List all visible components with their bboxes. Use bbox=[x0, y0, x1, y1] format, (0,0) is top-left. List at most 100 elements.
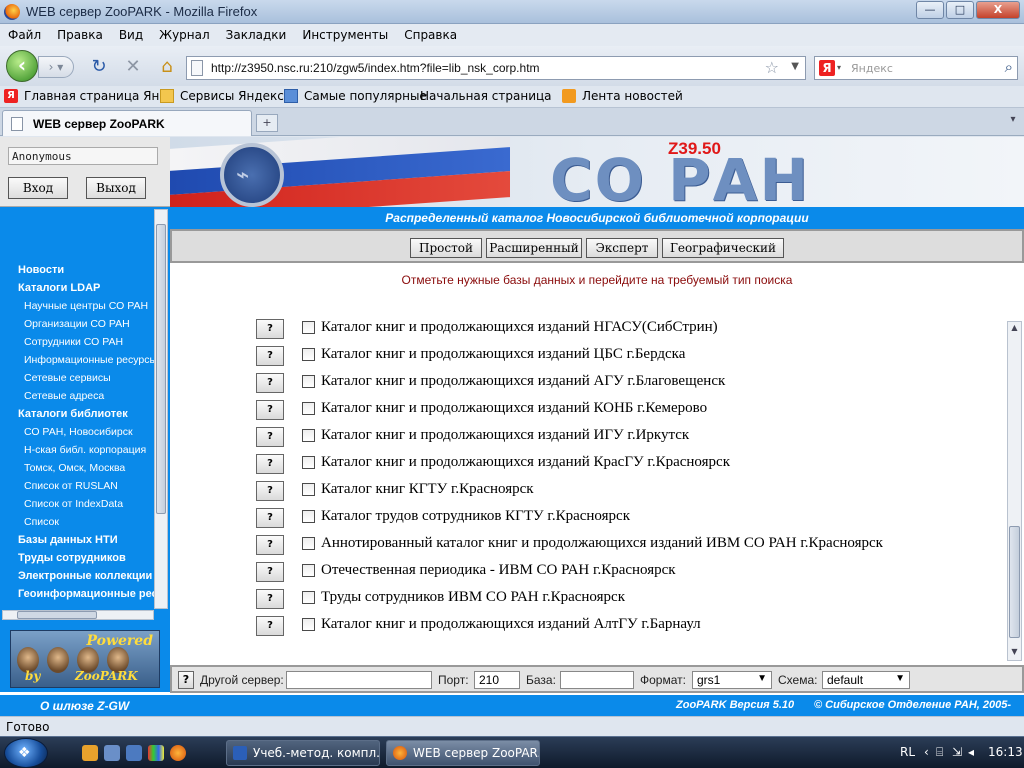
bookmark-yandex-home[interactable]: Я Главная страница Ян... bbox=[4, 89, 171, 103]
menu-bookmarks[interactable]: Закладки bbox=[218, 24, 295, 42]
safe-remove-icon[interactable]: ⇲ bbox=[952, 745, 962, 759]
switch-windows-icon[interactable] bbox=[126, 745, 142, 761]
network-icon[interactable]: ⌸ bbox=[936, 745, 943, 760]
login-button[interactable]: Вход bbox=[8, 177, 68, 199]
logout-button[interactable]: Выход bbox=[86, 177, 146, 199]
sidebar-item[interactable]: Труды сотрудников bbox=[18, 552, 126, 564]
url-text[interactable]: http://z3950.nsc.ru:210/zgw5/index.htm?f… bbox=[211, 61, 540, 75]
schema-select[interactable]: default ▼ bbox=[822, 671, 910, 689]
back-button[interactable]: ‹ bbox=[6, 50, 38, 82]
menu-file[interactable]: Файл bbox=[0, 24, 49, 42]
close-button[interactable]: X bbox=[976, 1, 1020, 19]
language-indicator[interactable]: RL bbox=[900, 745, 915, 759]
tab-geographic[interactable]: Географический bbox=[662, 238, 784, 258]
media-icon[interactable] bbox=[148, 745, 164, 761]
sidebar-item[interactable]: Томск, Омск, Москва bbox=[24, 462, 125, 474]
bookmark-star-icon[interactable]: ☆ bbox=[765, 58, 779, 77]
maximize-button[interactable]: □ bbox=[946, 1, 974, 19]
task-document[interactable]: Учеб.-метод. компл... bbox=[226, 740, 380, 766]
sidebar-vertical-scrollbar[interactable] bbox=[154, 209, 168, 609]
sidebar-item[interactable]: СО РАН, Новосибирск bbox=[24, 426, 133, 438]
bookmark-start-page[interactable]: Начальная страница bbox=[420, 89, 552, 240]
other-server-input[interactable] bbox=[286, 671, 432, 689]
menu-history[interactable]: Журнал bbox=[151, 24, 218, 42]
reload-icon[interactable]: ↻ bbox=[88, 56, 110, 78]
main-vertical-scrollbar[interactable]: ▲ ▼ bbox=[1007, 321, 1022, 661]
about-gateway-link[interactable]: О шлюзе Z-GW bbox=[40, 699, 129, 713]
show-desktop-icon[interactable] bbox=[104, 745, 120, 761]
database-help-button[interactable]: ? bbox=[256, 319, 284, 339]
tray-expand-icon[interactable]: ‹ bbox=[924, 745, 929, 759]
firefox-icon[interactable] bbox=[170, 745, 186, 761]
database-checkbox[interactable] bbox=[302, 456, 315, 469]
bookmark-news-feed[interactable]: Лента новостей bbox=[562, 89, 683, 103]
quicklaunch-icon[interactable] bbox=[82, 745, 98, 761]
sidebar-item[interactable]: Организации СО РАН bbox=[24, 318, 130, 330]
sidebar-item[interactable]: Сетевые адреса bbox=[24, 390, 104, 402]
menu-tools[interactable]: Инструменты bbox=[294, 24, 396, 42]
bookmark-yandex-services[interactable]: Сервисы Яндекса bbox=[160, 89, 291, 103]
sidebar-item[interactable]: Каталоги LDAP bbox=[18, 282, 100, 294]
database-checkbox[interactable] bbox=[302, 429, 315, 442]
database-help-button[interactable]: ? bbox=[256, 562, 284, 582]
search-engine-dropdown-icon[interactable]: ▾ bbox=[837, 63, 841, 72]
sidebar-scroll-thumb[interactable] bbox=[156, 224, 166, 514]
new-tab-button[interactable]: + bbox=[256, 114, 278, 132]
database-checkbox[interactable] bbox=[302, 348, 315, 361]
tab-advanced[interactable]: Расширенный bbox=[486, 238, 582, 258]
database-help-button[interactable]: ? bbox=[256, 535, 284, 555]
task-firefox[interactable]: WEB сервер ZooPAR... bbox=[386, 740, 540, 766]
database-help-button[interactable]: ? bbox=[256, 508, 284, 528]
username-field[interactable]: Anonymous bbox=[8, 147, 158, 165]
database-checkbox[interactable] bbox=[302, 375, 315, 388]
sidebar-item[interactable]: Электронные коллекции bbox=[18, 570, 152, 582]
menu-view[interactable]: Вид bbox=[111, 24, 151, 42]
database-checkbox[interactable] bbox=[302, 591, 315, 604]
sidebar-item[interactable]: Научные центры СО РАН bbox=[24, 300, 148, 312]
forward-button[interactable]: › ▾ bbox=[38, 56, 74, 78]
sidebar-item[interactable]: Каталоги библиотек bbox=[18, 408, 128, 420]
sidebar-item[interactable]: Список от RUSLAN bbox=[24, 480, 118, 492]
database-checkbox[interactable] bbox=[302, 510, 315, 523]
sidebar-item[interactable]: Информационные ресурсы bbox=[24, 354, 154, 366]
database-checkbox[interactable] bbox=[302, 483, 315, 496]
database-help-button[interactable]: ? bbox=[256, 427, 284, 447]
tab-expert[interactable]: Эксперт bbox=[586, 238, 658, 258]
menu-edit[interactable]: Правка bbox=[49, 24, 111, 42]
volume-icon[interactable]: ◂ bbox=[968, 745, 974, 759]
database-help-button[interactable]: ? bbox=[256, 454, 284, 474]
database-checkbox[interactable] bbox=[302, 537, 315, 550]
base-input[interactable] bbox=[560, 671, 634, 689]
tab-simple[interactable]: Простой bbox=[410, 238, 482, 258]
sidebar-hscroll-thumb[interactable] bbox=[17, 611, 97, 619]
sidebar-item[interactable]: Базы данных НТИ bbox=[18, 534, 118, 546]
home-icon[interactable]: ⌂ bbox=[156, 56, 178, 78]
database-help-button[interactable]: ? bbox=[256, 481, 284, 501]
scroll-up-icon[interactable]: ▲ bbox=[1009, 323, 1020, 335]
sidebar-item[interactable]: Новости bbox=[18, 264, 64, 276]
yandex-icon[interactable]: Я bbox=[819, 60, 835, 76]
main-scroll-thumb[interactable] bbox=[1009, 526, 1020, 638]
port-input[interactable]: 210 bbox=[474, 671, 520, 689]
database-checkbox[interactable] bbox=[302, 402, 315, 415]
database-checkbox[interactable] bbox=[302, 618, 315, 631]
database-help-button[interactable]: ? bbox=[256, 400, 284, 420]
database-help-button[interactable]: ? bbox=[256, 589, 284, 609]
menu-help[interactable]: Справка bbox=[396, 24, 465, 42]
tab-zoopark[interactable]: WEB сервер ZooPARK bbox=[2, 110, 252, 136]
sidebar-item[interactable]: Геоинформационные ресурсы bbox=[18, 588, 154, 600]
database-checkbox[interactable] bbox=[302, 564, 315, 577]
start-button[interactable]: ❖ bbox=[4, 738, 48, 768]
sidebar-horizontal-scrollbar[interactable] bbox=[2, 610, 154, 620]
sidebar-item[interactable]: Сетевые сервисы bbox=[24, 372, 111, 384]
server-help-button[interactable]: ? bbox=[178, 671, 194, 689]
scroll-down-icon[interactable]: ▼ bbox=[1009, 647, 1020, 659]
format-select[interactable]: grs1 ▼ bbox=[692, 671, 772, 689]
sidebar-item[interactable]: Список от IndexData bbox=[24, 498, 123, 510]
search-input[interactable]: Яндекс bbox=[851, 62, 893, 75]
sidebar-item[interactable]: Сотрудники СО РАН bbox=[24, 336, 123, 348]
url-dropdown-icon[interactable]: ▼ bbox=[791, 61, 799, 72]
database-help-button[interactable]: ? bbox=[256, 373, 284, 393]
tab-list-icon[interactable]: ▾ bbox=[1006, 114, 1020, 130]
bookmark-most-popular[interactable]: Самые популярные bbox=[284, 89, 427, 103]
